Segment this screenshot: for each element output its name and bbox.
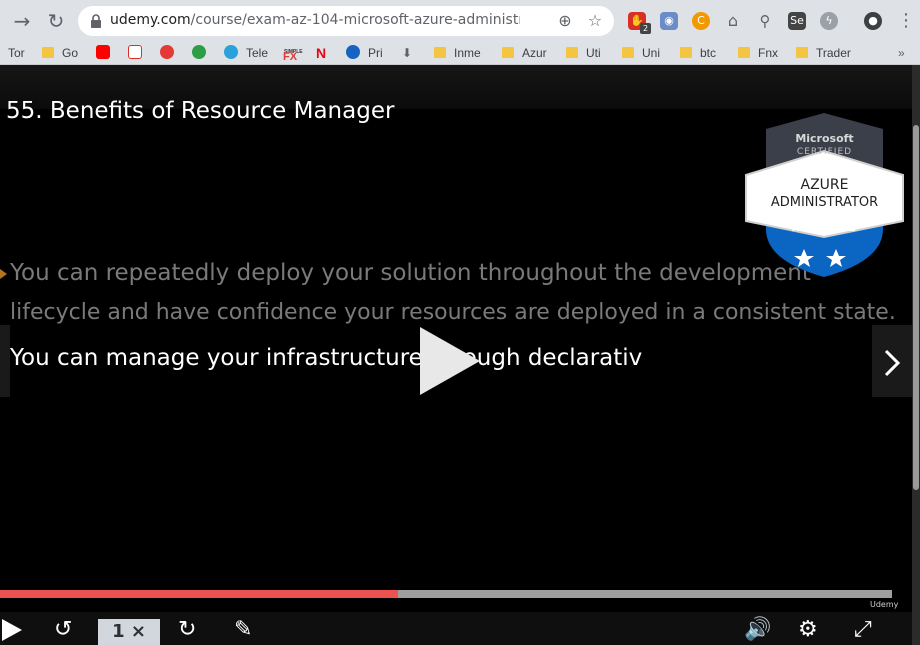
forward-arrow-icon[interactable]: → xyxy=(10,9,34,33)
settings-gear-icon[interactable]: ⚙ xyxy=(798,617,818,643)
badge-line-3: AZURE xyxy=(800,177,849,193)
menu-dots-icon[interactable]: ⋮ xyxy=(894,9,918,33)
fullscreen-icon[interactable]: ⤢ xyxy=(854,617,872,643)
forward-icon[interactable]: ↻ xyxy=(178,617,196,643)
extension-search-icon[interactable]: ⚲ xyxy=(756,12,774,30)
rewind-icon[interactable]: ↺ xyxy=(54,617,72,643)
folder-icon xyxy=(42,47,54,58)
progress-fill xyxy=(0,590,398,598)
youtube-icon xyxy=(96,45,110,59)
bookmark-item[interactable]: SIMPLE FX xyxy=(282,45,303,63)
progress-bar[interactable] xyxy=(0,590,892,598)
badge-line-5: ASSOCIATE xyxy=(792,224,857,234)
play-circle-icon xyxy=(346,45,360,59)
video-player[interactable]: 55. Benefits of Resource Manager You can… xyxy=(0,65,912,645)
bookmark-item[interactable] xyxy=(96,45,110,61)
browser-toolbar: → ↻ udemy.com/course/exam-az-104-microso… xyxy=(0,0,920,42)
extension-selenium-icon[interactable]: Se xyxy=(788,12,806,30)
folder-icon xyxy=(796,47,808,58)
extension-badge: 2 xyxy=(640,23,651,34)
simplefx-logo: FX xyxy=(283,51,298,63)
play-icon[interactable] xyxy=(420,327,480,395)
folder-icon xyxy=(502,47,514,58)
bookmark-item[interactable]: Pri xyxy=(346,45,383,61)
netflix-icon[interactable]: N xyxy=(316,45,326,61)
slide-line-2: lifecycle and have confidence your resou… xyxy=(10,300,896,325)
playback-speed-button[interactable]: 1 × xyxy=(98,619,160,645)
extension-home-icon[interactable]: ⌂ xyxy=(724,12,742,30)
next-lecture-button[interactable] xyxy=(872,325,912,397)
player-controls: ↺ 1 × ↻ ✎ 🔊 ⚙ ⤢ xyxy=(0,612,912,645)
folder-icon xyxy=(738,47,750,58)
profile-avatar[interactable]: ● xyxy=(864,12,882,30)
bookmark-item[interactable]: Tele xyxy=(224,45,268,61)
bookmark-item[interactable]: btc xyxy=(680,45,716,61)
bookmark-item[interactable]: Azur xyxy=(502,45,547,61)
folder-icon xyxy=(566,47,578,58)
reload-icon[interactable]: ↻ xyxy=(44,9,68,33)
green-circle-icon xyxy=(192,45,206,59)
udemy-watermark: Udemy xyxy=(870,600,899,609)
slide-line-3: You can manage your infrastructure throu… xyxy=(10,345,643,371)
lecture-title: 55. Benefits of Resource Manager xyxy=(6,98,395,124)
url-text: udemy.com/course/exam-az-104-microsoft-a… xyxy=(110,12,520,28)
bookmark-item[interactable]: Fnx xyxy=(738,45,778,61)
download-icon[interactable]: ⬇ xyxy=(402,45,412,61)
page-scrollbar[interactable] xyxy=(912,65,920,645)
bookmarks-bar: Tor Go Tele SIMPLE FX N Pri ⬇ Inme Azur … xyxy=(0,42,920,65)
bookmark-item[interactable] xyxy=(160,45,174,61)
notes-icon[interactable]: ✎ xyxy=(234,617,252,643)
bookmark-item[interactable]: Go xyxy=(42,45,78,61)
badge-line-2: CERTIFIED xyxy=(796,147,853,157)
extension-owl-icon[interactable]: ◉ xyxy=(660,12,678,30)
folder-icon xyxy=(434,47,446,58)
lock-icon xyxy=(91,14,101,28)
badge-line-1: Microsoft xyxy=(795,132,854,145)
extension-bolt-icon[interactable]: ϟ xyxy=(820,12,838,30)
bookmark-item[interactable]: Trader xyxy=(796,45,851,61)
folder-icon xyxy=(680,47,692,58)
slide-line-1: You can repeatedly deploy your solution … xyxy=(10,260,811,286)
red-circle-icon xyxy=(160,45,174,59)
star-icon[interactable]: ☆ xyxy=(586,12,604,30)
certification-badge: Microsoft CERTIFIED AZURE ADMINISTRATOR … xyxy=(742,111,907,279)
zoom-icon[interactable]: ⊕ xyxy=(556,12,574,30)
bookmark-item[interactable]: Uti xyxy=(566,45,601,61)
bullet-icon xyxy=(0,269,7,279)
bookmark-item[interactable]: Tor xyxy=(8,45,25,61)
folder-icon xyxy=(622,47,634,58)
gmail-icon xyxy=(128,45,142,59)
bookmark-item[interactable] xyxy=(192,45,206,61)
badge-line-4: ADMINISTRATOR xyxy=(770,195,879,210)
bookmark-item[interactable]: Uni xyxy=(622,45,660,61)
extension-c-icon[interactable]: C xyxy=(692,12,710,30)
play-control-icon[interactable] xyxy=(0,617,24,645)
scroll-thumb[interactable] xyxy=(913,125,919,490)
chevron-right-icon xyxy=(884,349,901,376)
telegram-icon xyxy=(224,45,238,59)
bookmark-item[interactable]: Inme xyxy=(434,45,481,61)
volume-icon[interactable]: 🔊 xyxy=(744,617,771,643)
address-bar[interactable]: udemy.com/course/exam-az-104-microsoft-a… xyxy=(78,6,614,36)
bookmark-item[interactable] xyxy=(128,45,142,61)
previous-lecture-edge[interactable] xyxy=(0,325,10,397)
more-bookmarks-icon[interactable]: » xyxy=(898,45,905,61)
